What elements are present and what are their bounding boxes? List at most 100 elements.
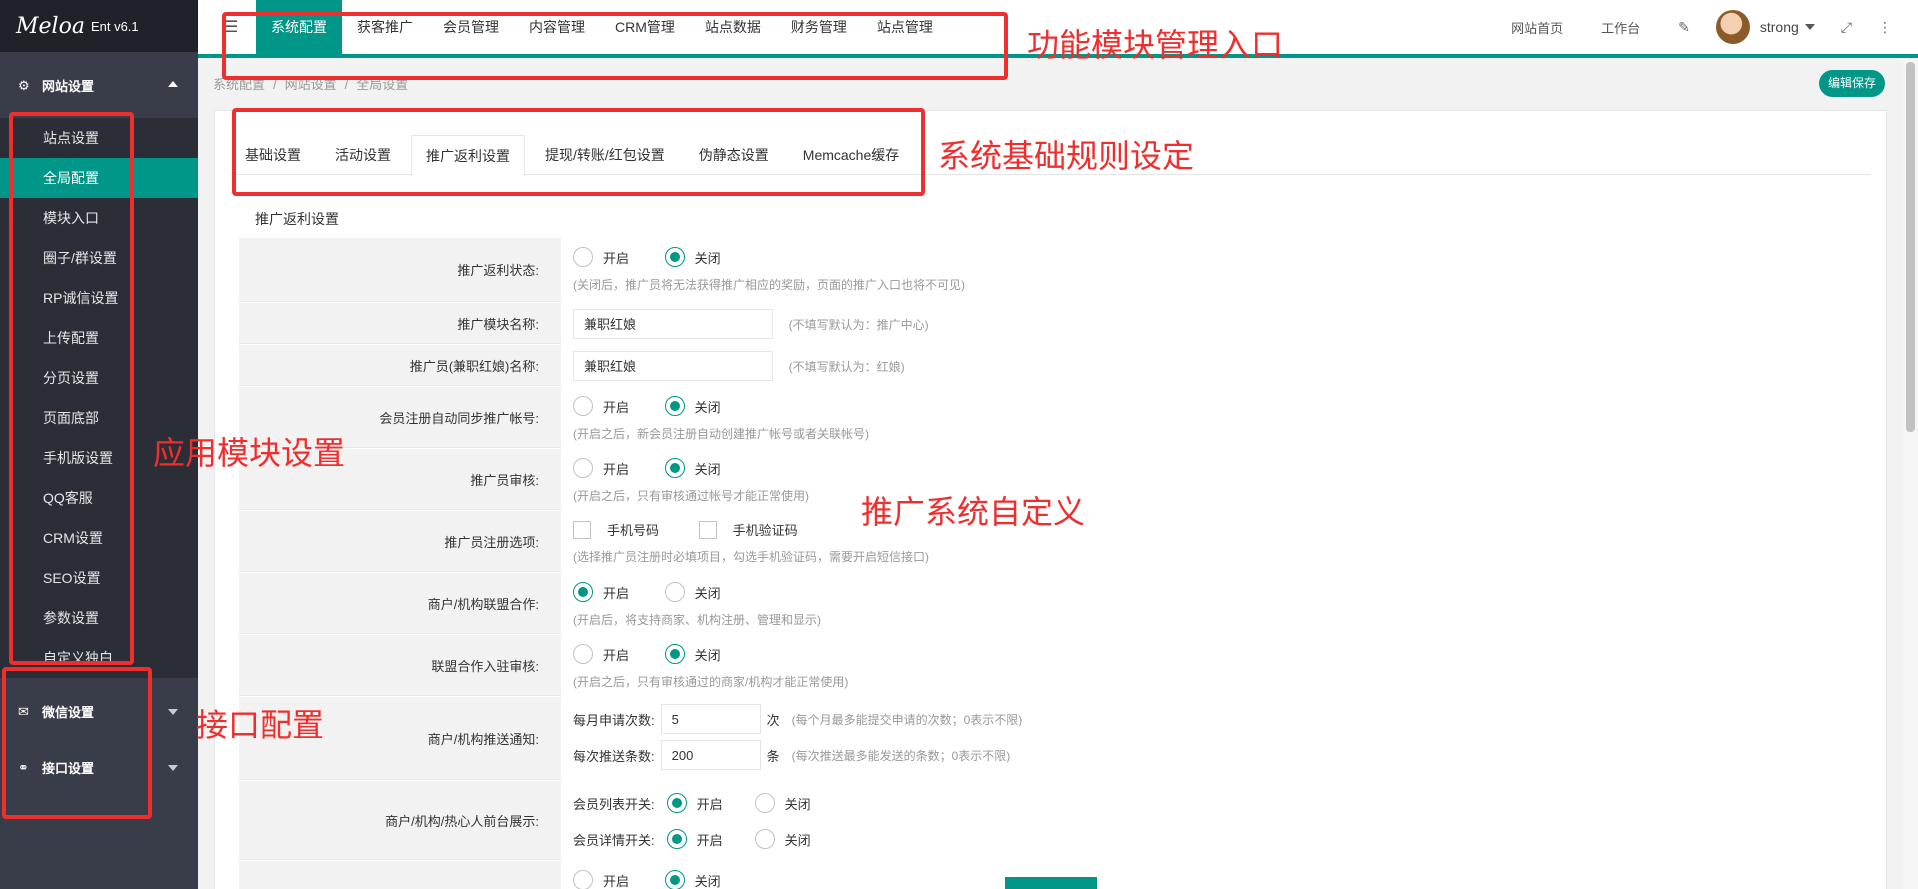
unit-label: 条 (766, 748, 780, 764)
radio-label: 关闭 (694, 647, 721, 663)
radio-circle (664, 644, 685, 664)
radio-label: 开启 (603, 873, 630, 889)
radio-label: 关闭 (784, 832, 811, 848)
submit-button[interactable] (1005, 877, 1097, 889)
unit-label: 次 (766, 712, 780, 728)
fullscreen-icon[interactable]: ⤢ (1841, 19, 1852, 36)
radio-label: 关闭 (784, 796, 811, 812)
radio-circle (666, 829, 687, 849)
radio-label: 关闭 (694, 399, 721, 415)
chevron-up-icon (168, 81, 178, 87)
form-row: 推广员(兼职红娘)名称: 兼职红娘 (不填写默认为：红娘) (239, 345, 1859, 387)
radio-off[interactable]: 关闭 (664, 458, 721, 478)
annotation-tabs: 系统基础规则设定 (938, 137, 1195, 175)
field-label: 推广员注册选项: (239, 511, 561, 572)
radio-off[interactable]: 关闭 (664, 582, 721, 602)
radio-label: 关闭 (694, 873, 721, 889)
chevron-down-icon (168, 709, 178, 715)
field-body: 开启 关闭 (561, 861, 1859, 889)
site-home-link[interactable]: 网站首页 (1511, 18, 1563, 37)
annotation-box-sidebar (9, 112, 134, 665)
form-row: 商户/机构联盟合作: 开启 关闭 (开启后，将支持商家、机构注册、管理和显示) (239, 573, 1859, 635)
radio-on[interactable]: 开启 (573, 870, 629, 889)
radio-circle (573, 247, 593, 267)
caret-down-icon[interactable] (1804, 24, 1815, 30)
form-row: 推广模块名称: 兼职红娘 (不填写默认为：推广中心) (239, 303, 1859, 345)
field-label: 商户/机构/热心人前台展示: (239, 781, 561, 860)
top-right: 网站首页 工作台 ✎ strong ⤢ ⋮ (1511, 0, 1918, 54)
field-label (239, 861, 561, 889)
radio-on[interactable]: 开启 (666, 829, 723, 849)
logo[interactable]: Meloa Ent v6.1 (0, 0, 198, 52)
field-body: 每月申请次数: 5 次 (每个月最多能提交申请的次数；0表示不限) 每次推送条数… (561, 697, 1859, 780)
menu-group-site-settings[interactable]: ⚙ 网站设置 (0, 52, 198, 118)
sub-label: 会员详情开关: (573, 832, 655, 848)
radio-on[interactable]: 开启 (573, 458, 629, 478)
monthly-apply-count-input[interactable]: 5 (660, 704, 761, 734)
radio-circle (573, 870, 593, 889)
radio-circle (573, 458, 593, 478)
field-label: 商户/机构联盟合作: (239, 573, 561, 634)
annotation-form: 推广系统自定义 (861, 493, 1086, 531)
field-line: 会员详情开关: 开启 关闭 (573, 821, 1847, 857)
radio-off[interactable]: 关闭 (754, 829, 811, 849)
radio-off[interactable]: 关闭 (664, 870, 721, 889)
radio-on[interactable]: 开启 (573, 396, 629, 416)
radio-on[interactable]: 开启 (666, 793, 723, 813)
annotation-box-api (2, 667, 152, 819)
push-count-input[interactable]: 200 (660, 740, 761, 770)
field-hint: (选择推广员注册时必填项目，勾选手机验证码，需要开启短信接口) (573, 549, 929, 564)
radio-circle (666, 793, 687, 813)
radio-on[interactable]: 开启 (573, 582, 629, 602)
form-row: 商户/机构/热心人前台展示: 会员列表开关: 开启 关闭 会员详情开关: 开启 … (239, 781, 1859, 861)
gear-icon: ⚙ (18, 78, 30, 93)
checkbox-box (698, 520, 717, 539)
annotation-box-top (222, 12, 1008, 80)
checkbox-box (573, 520, 591, 539)
promoter-name-input[interactable]: 兼职红娘 (573, 351, 773, 381)
radio-off[interactable]: 关闭 (754, 793, 811, 813)
field-hint: (不填写默认为：红娘) (788, 360, 905, 374)
field-hint: (每个月最多能提交申请的次数；0表示不限) (791, 712, 1023, 727)
field-body: 会员列表开关: 开启 关闭 会员详情开关: 开启 关闭 (561, 781, 1859, 860)
form-row: 会员注册自动同步推广帐号: 开启 关闭 (开启之后，新会员注册自动创建推广帐号或… (239, 387, 1859, 449)
field-body: 开启 关闭 (关闭后，推广员将无法获得推广相应的奖励，页面的推广入口也将不可见) (561, 238, 1859, 302)
field-body: 开启 关闭 (开启之后，新会员注册自动创建推广帐号或者关联帐号) (561, 387, 1859, 448)
checkbox-phone[interactable]: 手机号码 (573, 520, 659, 539)
scrollbar-thumb[interactable] (1906, 62, 1915, 432)
radio-on[interactable]: 开启 (573, 247, 629, 267)
field-hint: (不填写默认为：推广中心) (788, 318, 929, 332)
radio-off[interactable]: 关闭 (664, 396, 721, 416)
field-line: 每月申请次数: 5 次 (每个月最多能提交申请的次数；0表示不限) (573, 701, 1847, 737)
field-label: 推广模块名称: (239, 303, 561, 344)
avatar[interactable] (1715, 10, 1750, 44)
radio-label: 开启 (696, 796, 723, 812)
field-hint: (开启后，将支持商家、机构注册、管理和显示) (573, 613, 821, 627)
more-icon[interactable]: ⋮ (1878, 19, 1892, 36)
annotation-api: 接口配置 (196, 706, 325, 744)
username[interactable]: strong (1760, 19, 1799, 35)
radio-label: 关闭 (694, 461, 721, 477)
radio-circle (664, 870, 685, 889)
edit-save-button[interactable]: 编辑保存 (1819, 70, 1885, 97)
sub-label: 每次推送条数: (573, 748, 655, 764)
field-body: 手机号码 手机验证码 (选择推广员注册时必填项目，勾选手机验证码，需要开启短信接… (561, 511, 1859, 572)
radio-off[interactable]: 关闭 (664, 247, 721, 267)
radio-label: 开启 (603, 647, 630, 663)
checkbox-sms-code[interactable]: 手机验证码 (698, 520, 798, 539)
radio-label: 开启 (603, 461, 630, 477)
broom-icon[interactable]: ✎ (1678, 19, 1690, 36)
field-hint: (开启之后，只有审核通过的商家/机构才能正常使用) (573, 675, 849, 689)
module-name-input[interactable]: 兼职红娘 (573, 309, 773, 339)
radio-off[interactable]: 关闭 (664, 644, 721, 664)
checkbox-label: 手机验证码 (732, 523, 798, 538)
field-line: 会员列表开关: 开启 关闭 (573, 785, 1847, 821)
workbench-link[interactable]: 工作台 (1601, 18, 1640, 37)
radio-circle (664, 458, 685, 478)
radio-circle (664, 396, 685, 416)
form-row: 推广返利状态: 开启 关闭 (关闭后，推广员将无法获得推广相应的奖励，页面的推广… (239, 238, 1859, 303)
sub-label: 每月申请次数: (573, 712, 655, 728)
scrollbar[interactable] (1903, 58, 1918, 889)
radio-on[interactable]: 开启 (573, 644, 629, 664)
radio-label: 开启 (603, 585, 630, 601)
